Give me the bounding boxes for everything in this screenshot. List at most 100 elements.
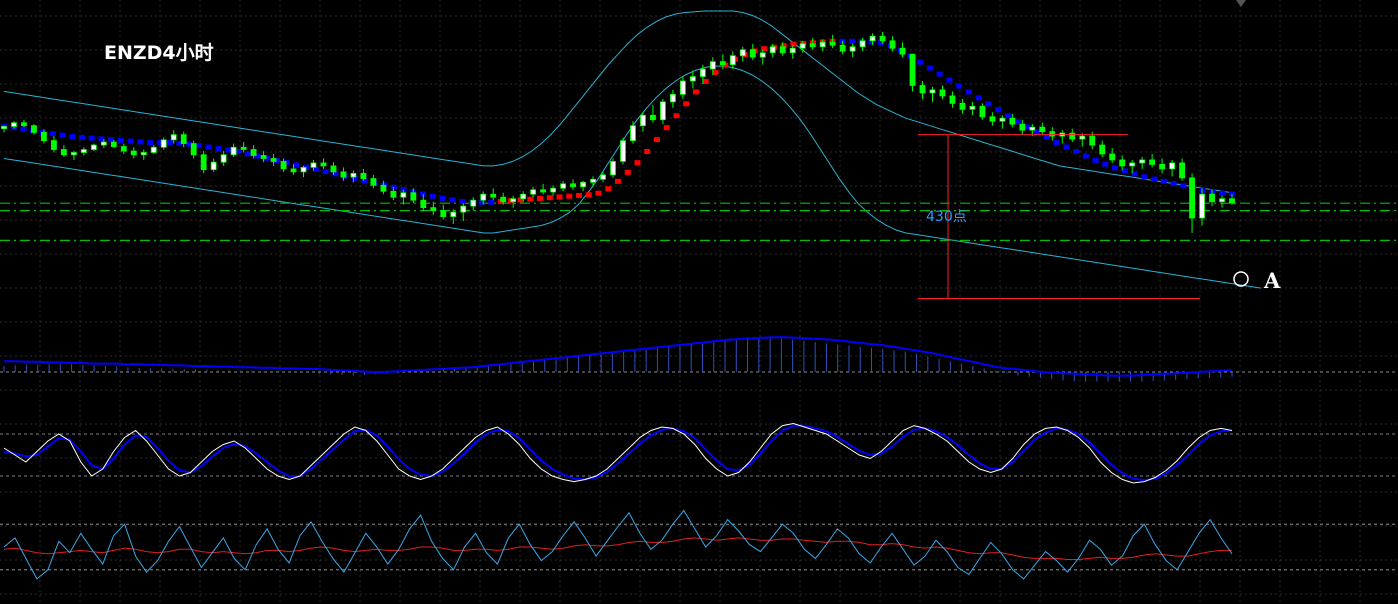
moving-average-dot [1043,134,1050,140]
candle-body [240,146,247,150]
candle-body [1109,153,1116,161]
moving-average-dot [926,65,933,71]
moving-average-dot [1102,161,1109,167]
candle-body [1129,162,1136,167]
rsi-signal-line [3,537,1232,560]
moving-average-dot [59,132,66,138]
scroll-marker-icon[interactable] [1236,0,1246,7]
candle-body [300,167,307,173]
candle-body [220,154,227,163]
moving-average-dot [585,192,592,198]
candle-body [51,140,57,150]
candle-body [430,207,437,212]
moving-average-dot [69,134,76,140]
moving-average-dot [566,193,573,199]
candle-body [410,192,417,201]
moving-average-dot [449,197,456,203]
candle-body [1219,198,1225,203]
candle-body [719,61,726,66]
candle-body [380,184,387,192]
candle-body [620,140,626,162]
candle-body [849,46,856,52]
moving-average-dot [244,151,251,157]
candle-body [580,181,586,188]
candle-body [630,125,636,141]
candle-body [61,149,67,156]
candle-body [590,178,596,183]
moving-average-dot [965,89,972,95]
candle-body [749,49,756,58]
moving-average-dot [537,195,544,201]
candle-body [689,76,696,82]
moving-average-dot [147,140,154,146]
candle-body [31,125,37,133]
moving-average-dot [1151,176,1158,182]
moving-average-dot [293,162,300,168]
candle-body [230,146,237,156]
moving-average-dot [195,143,202,149]
candle-body [490,193,497,198]
candle-body [839,44,846,52]
candle-body [530,189,537,195]
candle-body [11,122,17,127]
moving-average-dot [712,70,719,76]
candle-body [290,168,297,173]
candle-body [110,141,117,147]
moving-average-dot [1004,113,1011,119]
candle-body [1139,159,1146,164]
candle-body [390,190,397,198]
moving-average-dot [127,138,134,144]
candle-body [340,171,347,178]
moving-average-dot [1121,168,1128,174]
candle-body [70,152,77,156]
moving-average-dot [946,77,953,83]
candle-body [460,205,467,213]
moving-average-dot [546,195,553,201]
candle-body [100,141,107,146]
moving-average-dot [1112,165,1119,171]
candle-body [929,89,936,94]
moving-average-dot [166,140,173,146]
candle-body [1069,132,1076,140]
candle-body [769,46,776,54]
moving-average-dot [702,79,709,84]
candle-body [440,210,447,217]
moving-average-dot [936,71,943,77]
candle-body [540,189,547,193]
candle-body [889,40,896,49]
candle-body [699,68,706,77]
candle-body [759,52,766,58]
moving-average-dot [1160,178,1167,184]
candle-body [640,114,646,127]
candle-body [949,95,956,104]
candle-body [180,134,187,144]
moving-average-dot [595,190,602,196]
candle-body [1009,117,1016,125]
point-marker-label: A [1264,268,1281,293]
candle-body [1149,159,1156,165]
moving-average-dot [848,38,855,44]
candle-body [650,114,656,121]
candle-body [1209,193,1215,203]
moving-average-dot [761,46,768,52]
candle-body [779,46,786,54]
moving-average-dot [137,139,144,145]
candle-body [41,131,47,141]
candle-body [370,178,377,186]
candle-body [560,183,566,189]
moving-average-dot [644,149,651,155]
candle-body [879,35,886,42]
candle-body [1089,135,1096,146]
chart-root: ENZD4小时 430点 A [0,0,1398,604]
moving-average-dot [527,196,534,202]
candle-body [150,146,157,153]
moving-average-dot [1082,153,1089,159]
moving-average-dot [117,137,124,143]
moving-average-dot [995,107,1002,113]
moving-average-dot [88,135,95,141]
candle-body [670,94,676,103]
candle-body [420,199,427,209]
moving-average-dot [556,194,563,200]
candle-body [520,193,527,200]
candle-body [270,158,277,162]
